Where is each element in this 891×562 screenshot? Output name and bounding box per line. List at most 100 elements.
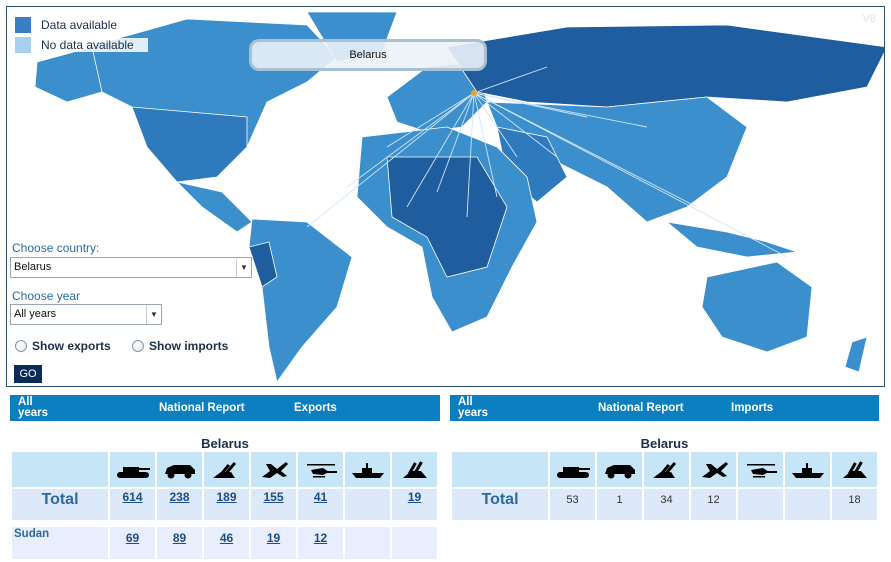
total-value-cell [785, 489, 830, 520]
country-select-value: Belarus [14, 261, 52, 273]
total-row-label-cell: Total [12, 489, 108, 520]
total-value-cell[interactable]: 41 [298, 489, 343, 520]
exports-panel-header: All years National Report Exports [10, 395, 440, 421]
table-row-value-cell[interactable]: 89 [157, 527, 202, 559]
imports-panel-header: All years National Report Imports [450, 395, 879, 421]
total-value: 12 [707, 494, 720, 506]
armored-vehicle-icon [157, 452, 202, 487]
total-value-link[interactable]: 41 [314, 490, 327, 504]
table-row-value-cell[interactable]: 12 [298, 527, 343, 559]
tooltip-text: Belarus [349, 49, 387, 61]
tank-icon [110, 452, 155, 487]
total-value-cell[interactable]: 189 [204, 489, 249, 520]
helicopter-icon [298, 452, 343, 487]
missile-launcher-icon [832, 452, 877, 487]
total-value-link[interactable]: 155 [263, 490, 283, 504]
legend-item-no-data: No data available [15, 35, 148, 55]
table-row-value-link[interactable]: 46 [220, 531, 233, 545]
exports-national-report-link[interactable]: National Report [159, 402, 245, 414]
total-value-cell: 1 [597, 489, 642, 520]
country-shape-russia [446, 24, 884, 108]
total-value-cell[interactable]: 238 [157, 489, 202, 520]
warship-icon [785, 452, 830, 487]
country-shape-central-america [175, 181, 253, 233]
total-value: 1 [616, 494, 623, 506]
show-exports-radio[interactable] [15, 340, 27, 352]
version-label: V8 [862, 13, 876, 25]
table-corner-cell [12, 452, 108, 487]
total-value-cell: 18 [832, 489, 877, 520]
total-value-link[interactable]: 614 [122, 490, 142, 504]
artillery-icon [204, 452, 249, 487]
country-shape-new-zealand [844, 336, 868, 373]
total-value-cell: 53 [550, 489, 595, 520]
exports-kind-label: Exports [294, 402, 337, 414]
imports-years-label[interactable]: All years [458, 396, 492, 419]
show-exports-label: Show exports [32, 339, 111, 353]
total-value-cell [738, 489, 783, 520]
world-map[interactable]: Data available No data available V8 Bela… [6, 6, 885, 387]
warship-icon [345, 452, 390, 487]
table-corner-cell [452, 452, 548, 487]
year-select[interactable]: All years ▼ [10, 304, 162, 325]
map-legend: Data available No data available [15, 15, 148, 55]
legend-label: Data available [39, 18, 132, 32]
fighter-jet-icon [251, 452, 296, 487]
country-select[interactable]: Belarus ▼ [10, 257, 252, 278]
choose-year-label: Choose year [12, 289, 81, 303]
total-value-cell[interactable]: 155 [251, 489, 296, 520]
legend-label: No data available [39, 38, 148, 52]
total-label: Total [41, 491, 79, 508]
imports-national-report-link[interactable]: National Report [598, 402, 684, 414]
artillery-icon [644, 452, 689, 487]
imports-country-title: Belarus [640, 436, 689, 451]
table-row-value-cell[interactable]: 19 [251, 527, 296, 559]
table-row-label-cell: Sudan [12, 527, 108, 559]
choose-country-label: Choose country: [12, 241, 100, 255]
table-row-country: Sudan [14, 528, 50, 540]
country-tooltip: Belarus [249, 39, 487, 71]
table-row-value-link[interactable]: 19 [267, 531, 280, 545]
legend-item-data-available: Data available [15, 15, 148, 35]
table-row-value-link[interactable]: 69 [126, 531, 139, 545]
total-row-label-cell: Total [452, 489, 548, 520]
exports-country-title: Belarus [201, 436, 249, 451]
go-button[interactable]: GO [14, 365, 42, 383]
chevron-down-icon[interactable]: ▼ [146, 305, 161, 324]
tank-icon [550, 452, 595, 487]
show-imports-label: Show imports [149, 339, 229, 353]
total-value-link[interactable]: 189 [216, 490, 236, 504]
selected-country-marker [471, 90, 477, 96]
chevron-down-icon[interactable]: ▼ [236, 258, 251, 277]
year-select-value: All years [14, 308, 57, 320]
country-shape-australia [701, 261, 813, 353]
fighter-jet-icon [691, 452, 736, 487]
table-row-value-link[interactable]: 12 [314, 531, 327, 545]
armored-vehicle-icon [597, 452, 642, 487]
total-label: Total [481, 491, 519, 508]
total-value-cell: 12 [691, 489, 736, 520]
total-value: 34 [660, 494, 673, 506]
table-row-value-link[interactable]: 89 [173, 531, 186, 545]
total-value-cell[interactable]: 614 [110, 489, 155, 520]
total-value: 18 [848, 494, 861, 506]
legend-swatch-data-available [15, 17, 31, 33]
total-value-cell [345, 489, 390, 520]
helicopter-icon [738, 452, 783, 487]
table-row-value-cell [345, 527, 390, 559]
missile-launcher-icon [392, 452, 437, 487]
table-row-value-cell[interactable]: 46 [204, 527, 249, 559]
show-imports-option[interactable]: Show imports [132, 339, 228, 353]
total-value-link[interactable]: 19 [408, 490, 421, 504]
total-value-cell[interactable]: 19 [392, 489, 437, 520]
exports-years-label[interactable]: All years [18, 396, 52, 419]
imports-kind-label: Imports [731, 402, 774, 414]
total-value-link[interactable]: 238 [169, 490, 189, 504]
total-value: 53 [566, 494, 579, 506]
country-shape-usa [131, 106, 248, 183]
table-row-value-cell[interactable]: 69 [110, 527, 155, 559]
legend-swatch-no-data [15, 37, 31, 53]
country-shape-alaska [34, 46, 103, 103]
show-imports-radio[interactable] [132, 340, 144, 352]
show-exports-option[interactable]: Show exports [15, 339, 111, 353]
